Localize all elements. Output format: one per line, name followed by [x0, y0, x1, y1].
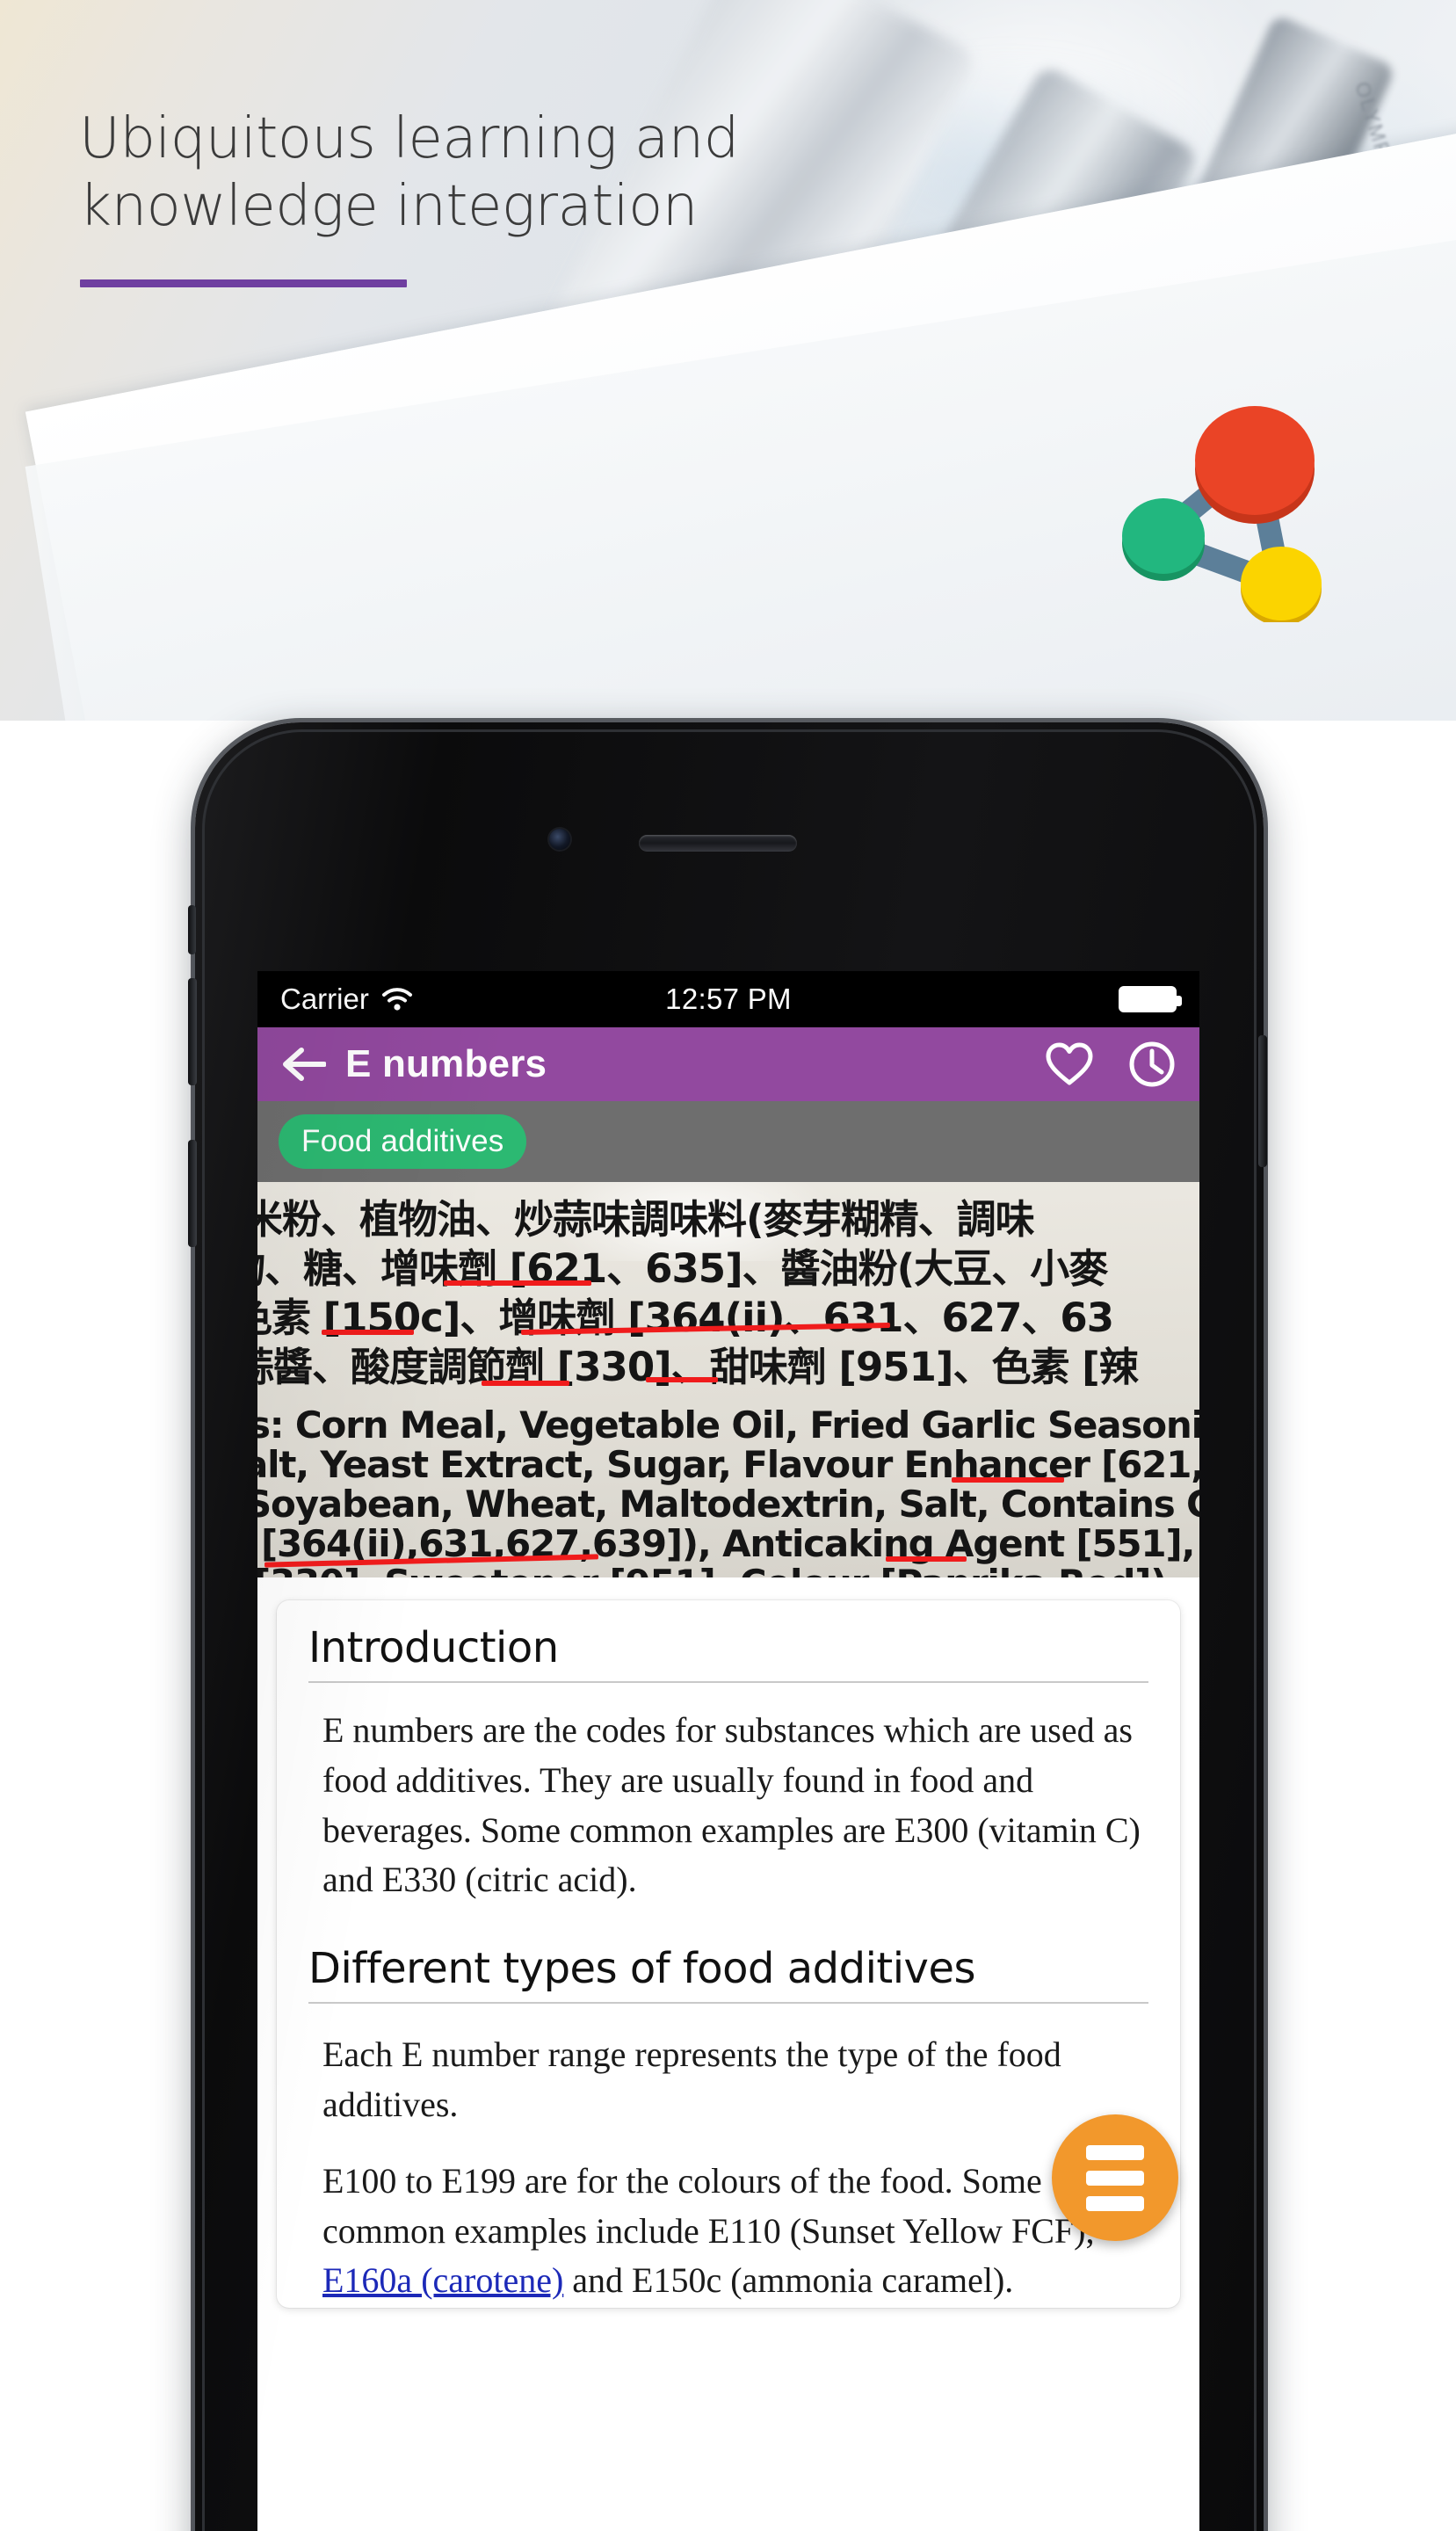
- highlight-underline-6: [952, 1477, 1064, 1483]
- front-camera-icon: [549, 829, 570, 850]
- article-card: Introduction E numbers are the codes for…: [277, 1600, 1180, 2308]
- hero-title-line-2: knowledge integration: [79, 173, 698, 239]
- nav-bar-title: E numbers: [345, 1042, 547, 1085]
- ingredient-label-photo[interactable]: 米粉、植物油、炒蒜味調味料(麥芽糊精、調味 物、糖、增味劑 [621、635]、…: [257, 1182, 1199, 1577]
- paragraph-text-before-link: E100 to E199 are for the colours of the …: [322, 2160, 1095, 2251]
- photo-chinese-line-4: 蒜醬、酸度調節劑 [330]、甜味劑 [951]、色素 [辣: [257, 1344, 1139, 1390]
- hamburger-menu-icon-bar-2: [1086, 2170, 1144, 2186]
- phone-power-button[interactable]: [1258, 1035, 1267, 1167]
- title-underline-accent: [80, 279, 407, 287]
- hero-title-line-1: Ubiquitous learning and: [79, 106, 739, 171]
- paragraph-text-after-link: and E150c (ammonia caramel).: [563, 2260, 1014, 2301]
- section-paragraph-introduction: E numbers are the codes for substances w…: [322, 1710, 1141, 1900]
- nav-bar-actions: [1045, 1040, 1177, 1089]
- app-nav-bar: E numbers: [257, 1027, 1199, 1101]
- hero-banner: OLYMPUS Ubiquitous learning and knowledg…: [0, 0, 1456, 721]
- section-paragraph-types-2: E100 to E199 are for the colours of the …: [322, 2157, 1148, 2306]
- phone-volume-down-button[interactable]: [188, 1140, 197, 1247]
- section-heading-introduction: Introduction: [308, 1623, 1148, 1683]
- back-arrow-icon[interactable]: [280, 1045, 326, 1084]
- photo-english-line-1: s: Corn Meal, Vegetable Oil, Fried Garli…: [257, 1403, 1199, 1447]
- chip-food-additives[interactable]: Food additives: [279, 1114, 527, 1169]
- highlight-underline-1: [444, 1280, 591, 1286]
- section-heading-types: Different types of food additives: [308, 1944, 1148, 2005]
- page-title: Ubiquitous learning and knowledge integr…: [79, 105, 800, 241]
- phone-volume-up-button[interactable]: [188, 978, 197, 1085]
- link-e160a-carotene[interactable]: E160a (carotene): [322, 2260, 563, 2300]
- article-content: Introduction E numbers are the codes for…: [257, 1577, 1199, 2308]
- highlight-underline-8: [886, 1556, 967, 1562]
- phone-ring-switch[interactable]: [188, 905, 196, 954]
- section-paragraph-types-1: Each E number range represents the type …: [322, 2034, 1061, 2124]
- hamburger-menu-icon-bar-1: [1086, 2144, 1144, 2160]
- clock-icon[interactable]: [1127, 1040, 1177, 1089]
- molecule-atom-green: [1122, 498, 1205, 574]
- molecule-graphic: [1122, 406, 1322, 622]
- category-chip-bar: Food additives: [257, 1101, 1199, 1182]
- wifi-icon: [381, 988, 412, 1011]
- molecule-atom-red: [1195, 406, 1315, 515]
- status-bar: Carrier 12:57 PM: [257, 971, 1199, 1027]
- highlight-underline-4: [482, 1381, 569, 1386]
- phone-screen: Carrier 12:57 PM E numbers Food additive…: [257, 971, 1199, 2531]
- status-bar-right: [1119, 986, 1182, 1012]
- battery-icon: [1119, 986, 1182, 1012]
- hamburger-menu-icon-bar-3: [1086, 2195, 1144, 2211]
- highlight-underline-5: [646, 1377, 718, 1382]
- molecule-atom-yellow: [1241, 547, 1322, 620]
- photo-english-line-3: Soyabean, Wheat, Maltodextrin, Salt, Con…: [257, 1483, 1199, 1526]
- carrier-label: Carrier: [280, 983, 369, 1015]
- status-bar-left: Carrier: [280, 983, 413, 1016]
- menu-fab-button[interactable]: [1052, 2114, 1178, 2241]
- highlight-underline-2: [322, 1330, 414, 1335]
- heart-icon[interactable]: [1045, 1041, 1094, 1087]
- earpiece-speaker: [639, 835, 797, 852]
